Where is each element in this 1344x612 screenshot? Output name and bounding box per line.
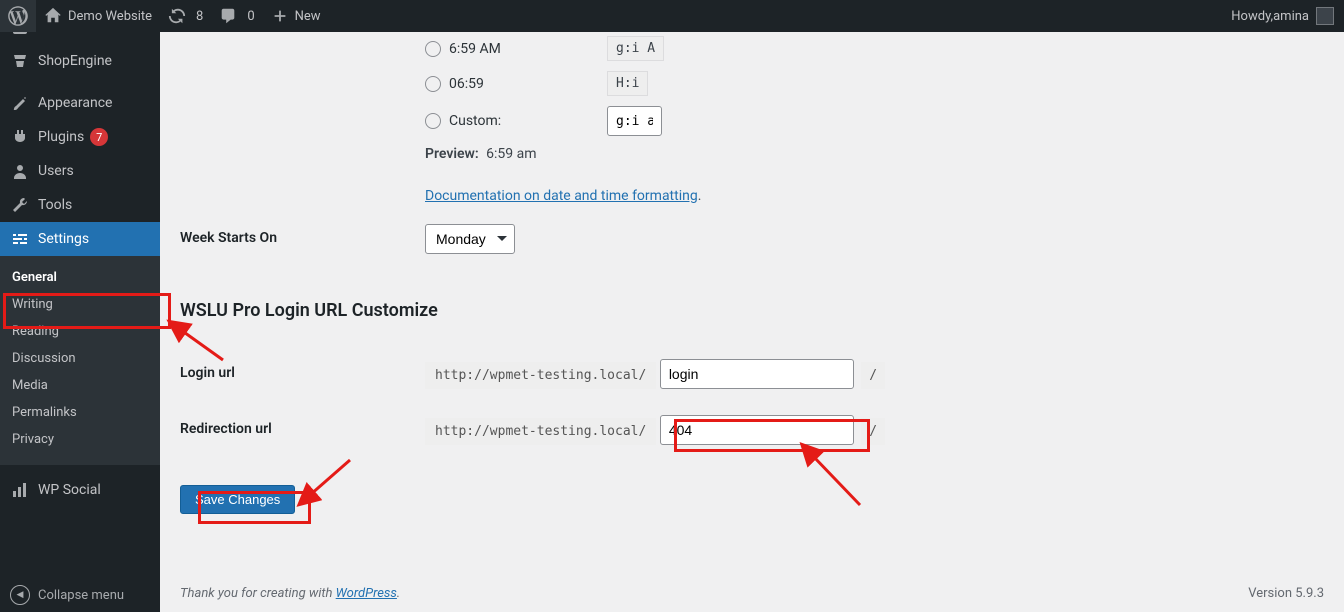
admin-footer: Thank you for creating with WordPress. V…	[160, 574, 1344, 612]
submenu-media[interactable]: Media	[0, 372, 160, 399]
sliders-icon	[10, 229, 30, 249]
footer-version: Version 5.9.3	[1248, 586, 1324, 601]
site-name: Demo Website	[68, 9, 152, 24]
user-icon	[10, 161, 30, 181]
comments-link[interactable]: 0	[211, 0, 262, 32]
new-label: New	[295, 9, 321, 24]
time-format-label-gia: 6:59 AM	[449, 41, 599, 57]
plugins-badge: 7	[90, 128, 108, 146]
admin-toolbar: Demo Website 8 0 New Howdy, amina	[0, 0, 1344, 32]
time-format-code-hi: H:i	[607, 71, 648, 96]
wp-logo-icon[interactable]	[0, 0, 36, 32]
menu-elementskit[interactable]: ElementsKit	[0, 32, 160, 44]
home-icon	[44, 7, 62, 25]
admin-menu: ElementsKit ShopEngine Appearance Plugin…	[0, 32, 160, 612]
redirect-url-input[interactable]	[660, 415, 854, 445]
week-starts-select[interactable]: Monday	[425, 224, 515, 254]
updates-count: 8	[196, 9, 203, 24]
plus-icon	[271, 7, 289, 25]
shopengine-icon	[10, 51, 30, 71]
preview-value: 6:59 am	[486, 146, 536, 162]
footer-wp-link[interactable]: WordPress	[336, 586, 397, 601]
redirect-url-prefix: http://wpmet-testing.local/	[425, 418, 656, 445]
time-format-radio-custom[interactable]	[425, 113, 441, 129]
menu-settings[interactable]: Settings	[0, 222, 160, 256]
new-content-link[interactable]: New	[263, 0, 329, 32]
wslu-heading: WSLU Pro Login URL Customize	[180, 300, 1324, 321]
submenu-general[interactable]: General	[0, 264, 160, 291]
collapse-icon	[10, 585, 30, 605]
preview-label: Preview:	[425, 146, 479, 162]
time-format-label-custom: Custom:	[449, 113, 599, 129]
page-body: 6:59 AM g:i A 06:59 H:i Custom: Pre	[160, 32, 1344, 612]
footer-thanks: Thank you for creating with	[180, 586, 336, 601]
menu-plugins[interactable]: Plugins 7	[0, 120, 160, 154]
elementskit-icon	[10, 32, 30, 37]
login-url-prefix: http://wpmet-testing.local/	[425, 362, 656, 389]
brush-icon	[10, 93, 30, 113]
login-url-suffix: /	[861, 362, 885, 389]
comments-count: 0	[247, 9, 254, 24]
avatar	[1316, 7, 1334, 25]
date-time-doc-link[interactable]: Documentation on date and time formattin…	[425, 188, 698, 204]
menu-appearance[interactable]: Appearance	[0, 86, 160, 120]
plug-icon	[10, 127, 30, 147]
menu-tools[interactable]: Tools	[0, 188, 160, 222]
time-format-radio-hi[interactable]	[425, 76, 441, 92]
time-format-custom-input[interactable]	[607, 106, 662, 136]
collapse-menu[interactable]: Collapse menu	[0, 578, 160, 612]
menu-wpsocial[interactable]: WP Social	[0, 473, 160, 507]
submenu-reading[interactable]: Reading	[0, 318, 160, 345]
login-url-label: Login url	[180, 359, 425, 381]
redirect-url-suffix: /	[861, 418, 885, 445]
bars-icon	[10, 480, 30, 500]
save-button[interactable]: Save Changes	[180, 485, 295, 514]
menu-shopengine[interactable]: ShopEngine	[0, 44, 160, 78]
submenu-permalinks[interactable]: Permalinks	[0, 399, 160, 426]
login-url-input[interactable]	[660, 359, 854, 389]
comment-icon	[219, 7, 237, 25]
week-starts-label: Week Starts On	[180, 224, 425, 246]
howdy-prefix: Howdy,	[1231, 9, 1273, 24]
site-name-link[interactable]: Demo Website	[36, 0, 160, 32]
menu-users[interactable]: Users	[0, 154, 160, 188]
wrench-icon	[10, 195, 30, 215]
user-name: amina	[1273, 9, 1309, 24]
updates-link[interactable]: 8	[160, 0, 211, 32]
submenu-privacy[interactable]: Privacy	[0, 426, 160, 453]
settings-submenu: General Writing Reading Discussion Media…	[0, 256, 160, 465]
time-format-radio-gia[interactable]	[425, 41, 441, 57]
redirect-url-label: Redirection url	[180, 415, 425, 437]
refresh-icon	[168, 7, 186, 25]
howdy-link[interactable]: Howdy, amina	[1223, 0, 1344, 32]
submenu-discussion[interactable]: Discussion	[0, 345, 160, 372]
time-format-code-gia: g:i A	[607, 36, 664, 61]
time-format-label-hi: 06:59	[449, 76, 599, 92]
submenu-writing[interactable]: Writing	[0, 291, 160, 318]
